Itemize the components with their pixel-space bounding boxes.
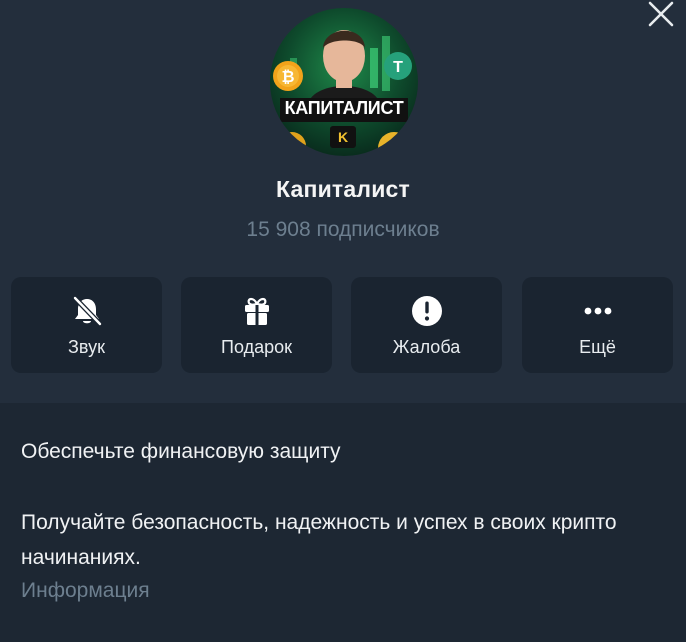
- gift-button[interactable]: Подарок: [181, 277, 332, 373]
- more-label: Ещё: [579, 337, 616, 357]
- description-line-2: Получайте безопасность, надежность и усп…: [21, 511, 617, 569]
- close-icon: [648, 1, 674, 27]
- channel-avatar[interactable]: ₿ T K КАПИТАЛИСТ: [270, 8, 418, 156]
- avatar-logo-text: КАПИТАЛИСТ: [284, 98, 404, 118]
- report-label: Жалоба: [392, 337, 461, 357]
- channel-header: ₿ T K КАПИТАЛИСТ Капиталист 15 908 подпи…: [0, 0, 686, 403]
- bell-muted-icon: [72, 296, 102, 326]
- sound-button[interactable]: Звук: [11, 277, 162, 373]
- subscriber-count: 15 908 подписчиков: [246, 218, 440, 241]
- gift-icon: [244, 297, 269, 325]
- channel-description: Обеспечьте финансовую защиту Получайте б…: [21, 434, 661, 607]
- svg-text:₿: ₿: [281, 68, 294, 86]
- info-label: Информация: [21, 579, 150, 602]
- svg-text:K: K: [338, 129, 348, 145]
- exclamation-icon: [411, 296, 442, 326]
- sound-label: Звук: [68, 337, 105, 357]
- close-button[interactable]: [646, 0, 676, 28]
- more-dots-icon: [584, 307, 611, 315]
- description-line-1: Обеспечьте финансовую защиту: [21, 440, 341, 463]
- report-button[interactable]: Жалоба: [351, 277, 502, 373]
- gift-label: Подарок: [221, 337, 292, 357]
- more-button[interactable]: Ещё: [522, 277, 673, 373]
- svg-text:T: T: [393, 59, 403, 76]
- channel-title: Капиталист: [275, 176, 410, 202]
